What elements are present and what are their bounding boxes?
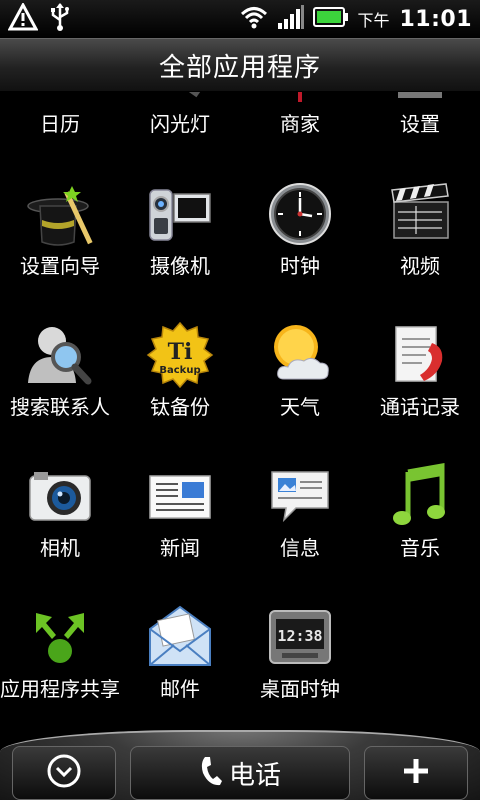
flashlight-icon — [146, 92, 214, 108]
app-label: 时钟 — [280, 254, 320, 278]
desk-clock-icon: 12:38 — [266, 603, 334, 671]
svg-text:Backup: Backup — [159, 365, 200, 376]
app-label: 摄像机 — [150, 254, 210, 278]
video-icon — [386, 180, 454, 248]
phone-button[interactable]: 电话 — [130, 746, 350, 800]
mail-icon — [146, 603, 214, 671]
add-button[interactable] — [364, 746, 468, 800]
setup-wizard-icon — [26, 180, 94, 248]
bottom-dock: 电话 — [0, 730, 480, 800]
phone-label: 电话 — [228, 760, 281, 791]
app-label: 日历 — [40, 112, 80, 136]
app-label: 邮件 — [160, 677, 200, 701]
warning-icon — [7, 1, 39, 35]
app-call-log[interactable]: 通话记录 — [360, 321, 480, 461]
calendar-icon — [26, 92, 94, 108]
app-search-contacts[interactable]: 搜索联系人 — [0, 321, 120, 461]
app-label: 设置 — [400, 112, 440, 136]
wifi-icon — [239, 5, 269, 33]
signal-icon — [277, 4, 305, 34]
app-setup-wizard[interactable]: 设置向导 — [0, 180, 120, 320]
weather-icon — [266, 321, 334, 389]
collapse-icon — [46, 753, 82, 793]
camcorder-icon — [146, 180, 214, 248]
desk-clock-reading: 12:38 — [277, 627, 322, 645]
status-bar: 下午 11:01 — [0, 0, 480, 38]
music-icon — [386, 462, 454, 530]
app-label: 音乐 — [400, 536, 440, 560]
titanium-backup-icon: Ti Backup — [146, 321, 214, 389]
add-icon — [401, 756, 431, 790]
app-label: 视频 — [400, 254, 440, 278]
app-share-icon — [26, 603, 94, 671]
battery-icon — [313, 6, 349, 32]
app-news[interactable]: 新闻 — [120, 462, 240, 602]
app-label: 通话记录 — [380, 395, 460, 419]
app-camera[interactable]: 相机 — [0, 462, 120, 602]
app-label: 相机 — [40, 536, 80, 560]
app-label: 桌面时钟 — [260, 677, 340, 701]
settings-icon — [386, 92, 454, 108]
title-bar: 全部应用程序 — [0, 38, 480, 92]
call-log-icon — [386, 321, 454, 389]
app-messages[interactable]: 信息 — [240, 462, 360, 602]
app-label: 设置向导 — [20, 254, 100, 278]
app-label: 天气 — [280, 395, 320, 419]
app-label: 商家 — [280, 112, 320, 136]
app-grid: 日历 闪光灯 商家 设置 设置向导 摄像机 时钟 视频 搜索联系人 Ti Bac… — [0, 92, 480, 732]
market-icon — [266, 92, 334, 108]
app-music[interactable]: 音乐 — [360, 462, 480, 602]
usb-icon — [48, 2, 72, 36]
phone-icon — [199, 755, 223, 791]
news-icon — [146, 462, 214, 530]
app-label: 搜索联系人 — [10, 395, 110, 419]
app-label: 信息 — [280, 536, 320, 560]
page-title: 全部应用程序 — [158, 52, 321, 83]
messages-icon — [266, 462, 334, 530]
app-label: 新闻 — [160, 536, 200, 560]
clock-icon — [266, 180, 334, 248]
app-label: 闪光灯 — [150, 112, 210, 136]
app-weather[interactable]: 天气 — [240, 321, 360, 461]
svg-text:Ti: Ti — [168, 339, 193, 365]
status-ampm: 下午 — [357, 11, 390, 30]
app-app-share[interactable]: 应用程序共享 — [0, 603, 120, 732]
app-video[interactable]: 视频 — [360, 180, 480, 320]
app-camcorder[interactable]: 摄像机 — [120, 180, 240, 320]
app-clock[interactable]: 时钟 — [240, 180, 360, 320]
status-time: 11:01 — [399, 6, 472, 32]
camera-icon — [26, 462, 94, 530]
app-mail[interactable]: 邮件 — [120, 603, 240, 732]
collapse-button[interactable] — [12, 746, 116, 800]
app-desk-clock[interactable]: 12:38 桌面时钟 — [240, 603, 360, 732]
app-label: 应用程序共享 — [0, 677, 120, 701]
search-contacts-icon — [26, 321, 94, 389]
app-titanium-backup[interactable]: Ti Backup 钛备份 — [120, 321, 240, 461]
app-label: 钛备份 — [150, 395, 210, 419]
